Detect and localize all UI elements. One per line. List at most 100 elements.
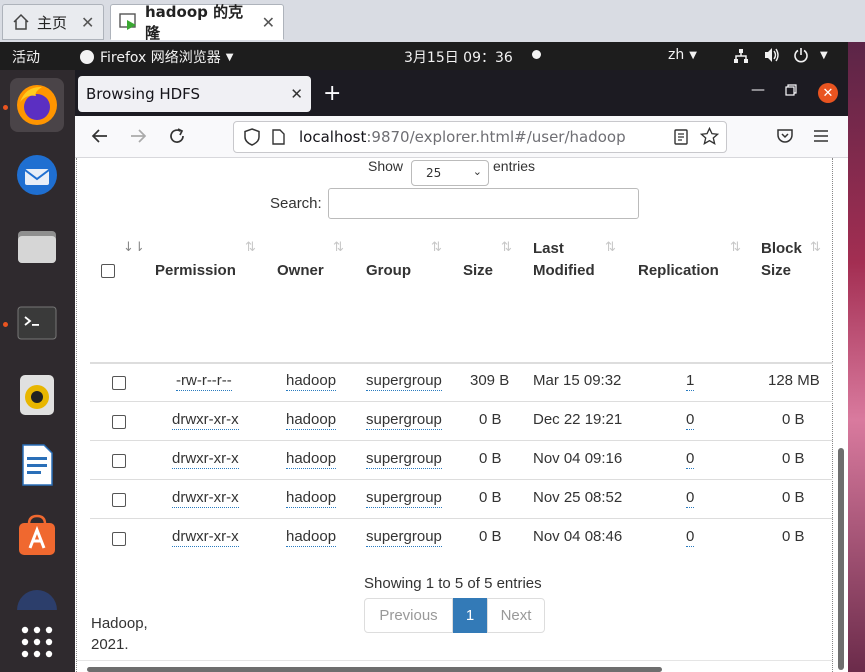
reload-button[interactable] [168,127,186,150]
network-icon[interactable] [733,48,749,68]
app-menu[interactable]: Firefox 网络浏览器 ▼ [80,47,234,67]
page-info-icon[interactable] [272,129,285,145]
thunderbird-icon [17,155,57,195]
sort-icon[interactable]: ⇅ [730,240,741,255]
owner-cell[interactable]: hadoop [286,411,337,430]
show-apps-button[interactable] [10,615,64,669]
close-icon[interactable]: ✕ [81,13,94,32]
replication-cell[interactable]: 1 [686,372,695,391]
row-checkbox[interactable] [112,493,126,507]
dock-libreoffice-writer[interactable] [10,438,64,492]
dock-extra-app[interactable] [10,580,64,610]
vertical-scrollbar[interactable] [836,158,846,672]
owner-cell[interactable]: hadoop [286,489,337,508]
replication-cell[interactable]: 0 [686,411,695,430]
group-cell[interactable]: supergroup [366,528,442,547]
dock-terminal[interactable] [10,296,64,350]
block-size-cell: 0 B [782,489,805,506]
chevron-down-icon[interactable]: ▼ [820,50,828,61]
dock-rhythmbox[interactable] [10,368,64,422]
permission-cell[interactable]: drwxr-xr-x [172,489,239,508]
volume-icon[interactable] [763,47,781,67]
page-size-select[interactable]: 25 ⌄ [411,160,489,186]
browser-tab-browsing-hdfs[interactable]: Browsing HDFS ✕ [78,76,311,112]
permission-cell[interactable]: drwxr-xr-x [172,411,239,430]
dock-app-center[interactable] [10,508,64,562]
input-method-menu[interactable]: zh ▼ [668,47,697,63]
row-checkbox[interactable] [112,532,126,546]
forward-button[interactable] [129,127,147,150]
reader-view-icon[interactable] [674,129,688,149]
column-header-group[interactable]: Group [366,262,411,279]
column-header-permission[interactable]: Permission [155,262,236,279]
column-header-replication[interactable]: Replication [638,262,719,279]
sort-icon[interactable]: ⇅ [245,240,256,255]
horizontal-scrollbar-thumb[interactable] [87,667,662,672]
column-header-last-modified-line1[interactable]: Last [533,240,564,257]
group-cell[interactable]: supergroup [366,372,442,391]
activities-button[interactable]: 活动 [12,47,40,67]
group-cell[interactable]: supergroup [366,489,442,508]
page-size-value: 25 [426,166,442,180]
row-checkbox[interactable] [112,454,126,468]
header-divider [90,362,833,364]
page-content: Show 25 ⌄ entries Search: ↓⇂ Permission … [75,158,848,672]
page-1-button[interactable]: 1 [453,598,487,633]
minimize-button[interactable]: — [751,82,765,98]
row-checkbox[interactable] [112,415,126,429]
menu-button[interactable] [813,128,829,149]
replication-cell[interactable]: 0 [686,489,695,508]
sort-icon[interactable]: ⇅ [333,240,344,255]
search-label: Search: [270,195,322,212]
clock[interactable]: 3月15日 09：36 [404,47,513,67]
sort-icon[interactable]: ⇅ [810,240,821,255]
show-label: Show [368,158,404,174]
column-header-block-size-line2[interactable]: Size [761,262,791,279]
tracking-shield-icon[interactable] [244,128,260,146]
power-icon[interactable] [793,47,809,67]
vm-tab-hadoop-clone[interactable]: hadoop 的克隆 ✕ [110,3,284,42]
new-tab-button[interactable]: + [323,81,341,106]
sort-icon[interactable]: ⇅ [431,240,442,255]
owner-cell[interactable]: hadoop [286,372,337,391]
select-all-checkbox[interactable] [101,264,115,278]
table-info-text: Showing 1 to 5 of 5 entries [364,575,542,592]
sort-asc-icon[interactable]: ↓⇂ [123,240,145,255]
sort-icon[interactable]: ⇅ [605,240,616,255]
restore-button[interactable] [785,84,797,100]
back-button[interactable] [91,127,109,150]
search-input[interactable] [328,188,639,219]
sort-icon[interactable]: ⇅ [501,240,512,255]
group-cell[interactable]: supergroup [366,450,442,469]
column-header-last-modified-line2[interactable]: Modified [533,262,595,279]
chevron-down-icon: ▼ [225,51,234,63]
close-tab-icon[interactable]: ✕ [290,85,303,103]
vm-tab-strip: 主页 ✕ hadoop 的克隆 ✕ [0,0,865,42]
replication-cell[interactable]: 0 [686,528,695,547]
close-window-button[interactable]: ✕ [818,83,838,103]
dock-thunderbird[interactable] [10,148,64,202]
owner-cell[interactable]: hadoop [286,528,337,547]
row-checkbox[interactable] [112,376,126,390]
vm-tab-home[interactable]: 主页 ✕ [2,4,104,40]
pocket-button[interactable] [777,128,793,149]
replication-cell[interactable]: 0 [686,450,695,469]
entries-label: entries [493,158,536,174]
previous-page-button[interactable]: Previous [364,598,453,633]
close-icon[interactable]: ✕ [262,13,275,32]
column-header-size[interactable]: Size [463,262,493,279]
column-header-block-size-line1[interactable]: Block [761,240,802,257]
permission-cell[interactable]: -rw-r--r-- [176,372,232,391]
dock-files[interactable] [10,218,64,272]
dock-firefox[interactable] [10,78,64,132]
permission-cell[interactable]: drwxr-xr-x [172,450,239,469]
next-page-button[interactable]: Next [487,598,545,633]
scrollbar-thumb[interactable] [838,448,844,670]
bookmark-star-icon[interactable] [699,126,720,150]
column-header-owner[interactable]: Owner [277,262,324,279]
url-bar[interactable]: localhost:9870/explorer.html#/user/hadoo… [233,121,727,153]
group-cell[interactable]: supergroup [366,411,442,430]
permission-cell[interactable]: drwxr-xr-x [172,528,239,547]
owner-cell[interactable]: hadoop [286,450,337,469]
modified-cell: Dec 22 19:21 [533,411,623,428]
